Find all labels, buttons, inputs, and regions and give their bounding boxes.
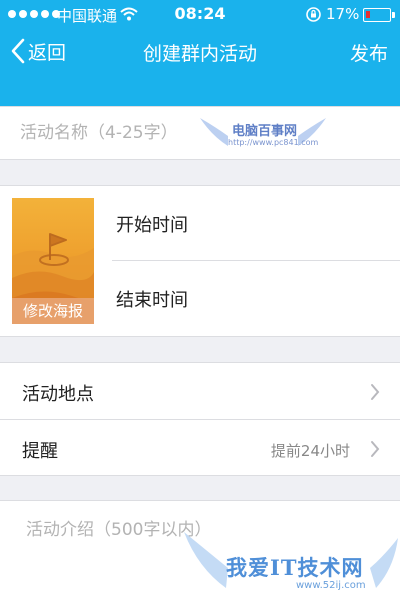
status-bar: 中国联通 08:24 17% xyxy=(0,0,400,30)
nav-bar: 返回 创建群内活动 发布 xyxy=(0,30,400,76)
back-label: 返回 xyxy=(28,41,67,64)
description-section xyxy=(0,500,400,600)
reminder-label: 提醒 xyxy=(22,441,58,462)
start-time-row[interactable]: 开始时间 xyxy=(112,186,400,261)
battery-icon xyxy=(363,8,395,22)
publish-button[interactable]: 发布 xyxy=(350,39,388,66)
back-button[interactable]: 返回 xyxy=(10,37,66,65)
activity-name-section xyxy=(0,106,400,160)
reminder-row[interactable]: 提醒 提前24小时 xyxy=(0,420,400,477)
reminder-value: 提前24小时 xyxy=(270,442,350,460)
battery-percent: 17% xyxy=(326,5,360,23)
chevron-right-icon xyxy=(371,384,380,400)
poster-thumbnail[interactable]: 修改海报 xyxy=(12,198,94,324)
settings-section: 活动地点 提醒 提前24小时 xyxy=(0,362,400,476)
rotation-lock-icon xyxy=(305,6,322,27)
activity-name-input[interactable] xyxy=(0,107,400,159)
edit-poster-label: 修改海报 xyxy=(12,298,94,324)
chevron-right-icon xyxy=(371,441,380,457)
activity-description-input[interactable] xyxy=(0,501,400,600)
location-label: 活动地点 xyxy=(22,384,94,405)
header: 中国联通 08:24 17% 返回 创建群内活动 发布 xyxy=(0,0,400,106)
location-row[interactable]: 活动地点 xyxy=(0,363,400,420)
start-time-label: 开始时间 xyxy=(116,215,188,236)
chevron-left-icon xyxy=(11,38,25,64)
end-time-label: 结束时间 xyxy=(116,290,188,311)
battery-fill xyxy=(366,11,370,18)
end-time-row[interactable]: 结束时间 xyxy=(112,261,400,336)
time-section: 修改海报 开始时间 结束时间 xyxy=(0,185,400,337)
